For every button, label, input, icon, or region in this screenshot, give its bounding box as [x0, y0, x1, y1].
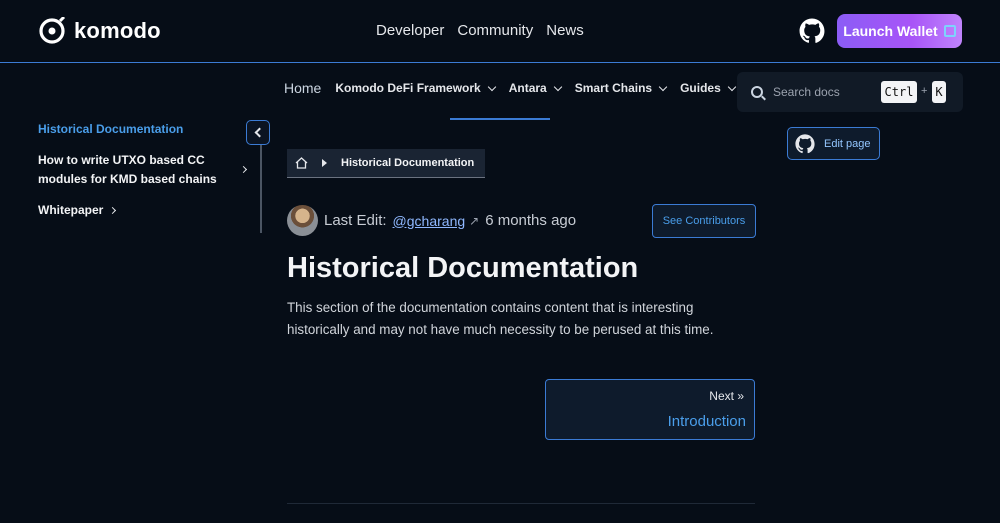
double-chevron-right-icon: »: [737, 389, 744, 403]
page-intro: This section of the documentation contai…: [287, 300, 714, 337]
external-link-icon: [943, 25, 956, 37]
chevron-down-icon: [727, 82, 737, 91]
chevron-left-icon: [254, 127, 265, 138]
nav-community[interactable]: Community: [457, 22, 533, 39]
github-icon[interactable]: [799, 18, 825, 44]
docs-nav: Home Komodo DeFi Framework Antara Smart …: [284, 80, 737, 96]
footer-divider: [287, 503, 755, 504]
last-edit: Last Edit: @gcharang ↗ 6 months ago: [287, 205, 576, 236]
breadcrumb: Historical Documentation: [287, 149, 485, 178]
sidebar-item-historical-documentation[interactable]: Historical Documentation: [38, 122, 183, 136]
brand-name: komodo: [74, 18, 161, 43]
avatar: [287, 205, 318, 236]
sidebar-item-whitepaper[interactable]: Whitepaper: [38, 201, 116, 220]
komodo-logo-icon: [39, 17, 66, 44]
launch-wallet-label: Launch Wallet: [843, 23, 938, 39]
nav-komodo-defi-framework[interactable]: Komodo DeFi Framework: [335, 81, 496, 95]
search-icon: [751, 86, 763, 98]
breadcrumb-separator-icon: [322, 159, 327, 167]
shortcut-key-ctrl: Ctrl: [881, 81, 917, 103]
sidebar-item-label: Whitepaper: [38, 203, 104, 217]
nav-item-label: Antara: [508, 81, 547, 95]
chevron-down-icon: [487, 82, 496, 91]
search-input[interactable]: Search docs Ctrl + K: [737, 72, 963, 112]
last-edit-time: 6 months ago: [485, 212, 577, 229]
nav-item-label: Komodo DeFi Framework: [335, 81, 481, 95]
chevron-down-icon: [553, 82, 562, 91]
collapse-sidebar-button[interactable]: [246, 120, 270, 145]
sidebar-divider: [260, 145, 262, 233]
komodo-logo[interactable]: komodo: [38, 17, 161, 45]
see-contributors-button[interactable]: See Contributors: [652, 204, 756, 238]
next-page-card[interactable]: Next » Introduction: [545, 379, 755, 440]
edit-page-button[interactable]: Edit page: [787, 127, 880, 160]
active-nav-underline: [450, 118, 550, 120]
nav-item-label: Guides: [680, 81, 721, 95]
nav-news[interactable]: News: [546, 22, 584, 39]
nav-home[interactable]: Home: [284, 80, 321, 96]
nav-smart-chains[interactable]: Smart Chains: [574, 81, 668, 95]
page-title: Historical Documentation: [287, 252, 639, 284]
github-icon: [795, 133, 815, 153]
shortcut-plus: +: [921, 85, 928, 97]
home-icon[interactable]: [295, 157, 308, 169]
search-placeholder: Search docs: [773, 85, 840, 99]
chevron-right-icon[interactable]: [239, 165, 248, 174]
author-link[interactable]: @gcharang: [393, 213, 466, 229]
last-edit-label: Last Edit:: [324, 212, 387, 229]
nav-item-label: Smart Chains: [574, 81, 653, 95]
shortcut-key-k: K: [932, 81, 946, 103]
chevron-right-icon: [108, 206, 116, 215]
nav-developer[interactable]: Developer: [376, 22, 444, 39]
breadcrumb-current: Historical Documentation: [341, 157, 475, 169]
nav-guides[interactable]: Guides: [680, 81, 737, 95]
sidebar-item-utxo-cc-modules[interactable]: How to write UTXO based CC modules for K…: [38, 151, 223, 189]
top-header: komodo Developer Community News Launch W…: [0, 0, 1000, 63]
nav-antara[interactable]: Antara: [508, 81, 562, 95]
chevron-down-icon: [658, 82, 668, 91]
edit-page-label: Edit page: [824, 137, 871, 150]
next-page-title: Introduction: [667, 413, 746, 430]
launch-wallet-button[interactable]: Launch Wallet: [837, 14, 962, 48]
external-arrow-icon: ↗: [469, 213, 480, 228]
top-nav: Developer Community News: [376, 22, 584, 39]
next-label: Next »: [709, 389, 744, 403]
